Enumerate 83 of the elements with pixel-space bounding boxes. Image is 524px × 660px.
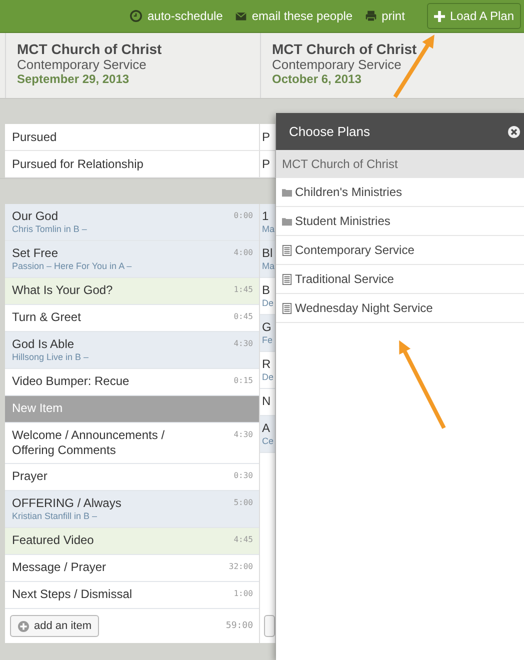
item-length: 4:45 bbox=[234, 534, 253, 546]
service-name: Contemporary Service bbox=[17, 57, 148, 72]
plan-date: October 6, 2013 bbox=[272, 72, 362, 86]
plan-note: P bbox=[260, 124, 276, 151]
item-title: Next Steps / Dismissal bbox=[12, 587, 132, 602]
plan-date: September 29, 2013 bbox=[17, 72, 130, 86]
folder-icon bbox=[282, 186, 292, 198]
plus-icon bbox=[434, 10, 445, 22]
plan-item[interactable]: G Fe bbox=[260, 315, 275, 352]
church-name: MCT Church of Christ bbox=[17, 41, 163, 57]
item-title: What Is Your God? bbox=[12, 283, 113, 298]
item-subtitle: De bbox=[262, 298, 274, 309]
plan-note: P bbox=[260, 151, 276, 178]
item-length: 1:45 bbox=[234, 284, 253, 296]
plan-item[interactable]: Our God Chris Tomlin in B – 0:00 bbox=[5, 204, 259, 241]
plan-item[interactable]: Bl Ma bbox=[260, 241, 275, 278]
document-icon bbox=[282, 302, 292, 314]
item-length: 4:30 bbox=[234, 338, 253, 350]
plan-option[interactable]: Wednesday Night Service bbox=[276, 294, 524, 323]
plan-note: Pursued for Relationship bbox=[5, 151, 260, 178]
item-title: B bbox=[262, 283, 272, 298]
envelope-icon bbox=[234, 10, 247, 22]
item-title: G bbox=[262, 320, 272, 335]
item-subtitle: Fe bbox=[262, 335, 273, 346]
item-subtitle: Ma bbox=[262, 224, 275, 235]
organization-row[interactable]: MCT Church of Christ bbox=[276, 150, 524, 178]
item-title: R bbox=[262, 357, 272, 372]
item-title: Video Bumper: Recue bbox=[12, 374, 130, 389]
item-title: Set Free bbox=[12, 246, 60, 261]
item-subtitle: De bbox=[262, 372, 274, 383]
item-title: Welcome / Announcements / Offering Comments bbox=[12, 428, 166, 458]
document-icon bbox=[282, 244, 292, 256]
plan-option[interactable]: Contemporary Service bbox=[276, 236, 524, 265]
item-length: 4:00 bbox=[234, 247, 253, 259]
item-subtitle: Kristian Stanfill in B – bbox=[12, 511, 98, 522]
add-item-button[interactable]: add an item bbox=[10, 615, 100, 637]
item-title: Turn & Greet bbox=[12, 310, 81, 325]
item-title: Bl bbox=[262, 246, 274, 261]
item-length: 4:30 bbox=[234, 429, 253, 441]
item-length: 32:00 bbox=[228, 561, 253, 573]
popup-title: Choose Plans bbox=[289, 124, 370, 139]
folder-icon bbox=[282, 216, 292, 226]
item-length: 0:45 bbox=[234, 311, 253, 323]
add-item-button[interactable] bbox=[264, 615, 275, 637]
item-subtitle: Passion – Here For You in A – bbox=[12, 261, 132, 272]
plan-option[interactable]: Student Ministries bbox=[276, 207, 524, 236]
item-title: Prayer bbox=[12, 469, 48, 484]
document-icon bbox=[282, 274, 292, 284]
item-title: Message / Prayer bbox=[12, 560, 106, 575]
item-length: 5:00 bbox=[234, 497, 253, 509]
plus-circle-icon bbox=[18, 620, 29, 632]
item-length: 1:00 bbox=[234, 588, 253, 600]
plan-item[interactable]: Featured Video 4:45 bbox=[5, 528, 259, 555]
clock-icon bbox=[130, 10, 142, 22]
item-title: Featured Video bbox=[12, 533, 94, 548]
item-length: 0:15 bbox=[234, 375, 253, 387]
plan-item[interactable]: God Is Able Hillsong Live in B – 4:30 bbox=[5, 332, 259, 369]
item-title: N bbox=[262, 394, 271, 409]
service-name: Contemporary Service bbox=[272, 57, 402, 72]
plan-item[interactable]: What Is Your God? 1:45 bbox=[5, 278, 259, 305]
total-length: 59:00 bbox=[226, 621, 253, 631]
plan-option[interactable]: Children's Ministries bbox=[276, 178, 524, 207]
item-subtitle: Ce bbox=[262, 436, 274, 447]
plan-item[interactable]: Set Free Passion – Here For You in A – 4:00 bbox=[5, 241, 259, 278]
item-title: God Is Able bbox=[12, 337, 76, 352]
item-length: 0:30 bbox=[234, 470, 253, 482]
item-title: New Item bbox=[12, 401, 63, 416]
plan-item[interactable]: A Ce bbox=[260, 416, 275, 453]
church-name: MCT Church of Christ bbox=[272, 41, 418, 57]
printer-icon bbox=[364, 10, 377, 22]
item-title: 1 bbox=[262, 209, 270, 224]
item-title: A bbox=[262, 421, 272, 436]
item-subtitle: Hillsong Live in B – bbox=[12, 352, 89, 363]
plan-option[interactable]: Traditional Service bbox=[276, 265, 524, 294]
item-length: 0:00 bbox=[234, 210, 253, 222]
plan-note: Pursued bbox=[5, 124, 260, 151]
item-title: Our God bbox=[12, 209, 60, 224]
item-subtitle: Chris Tomlin in B – bbox=[12, 224, 87, 235]
item-title: OFFERING / Always bbox=[12, 496, 122, 511]
close-icon[interactable] bbox=[508, 126, 520, 138]
item-subtitle: Ma bbox=[262, 261, 275, 272]
plan-item[interactable]: OFFERING / Always Kristian Stanfill in B – 5:00 bbox=[5, 491, 259, 528]
plan-item[interactable]: 1 Ma bbox=[260, 204, 275, 241]
